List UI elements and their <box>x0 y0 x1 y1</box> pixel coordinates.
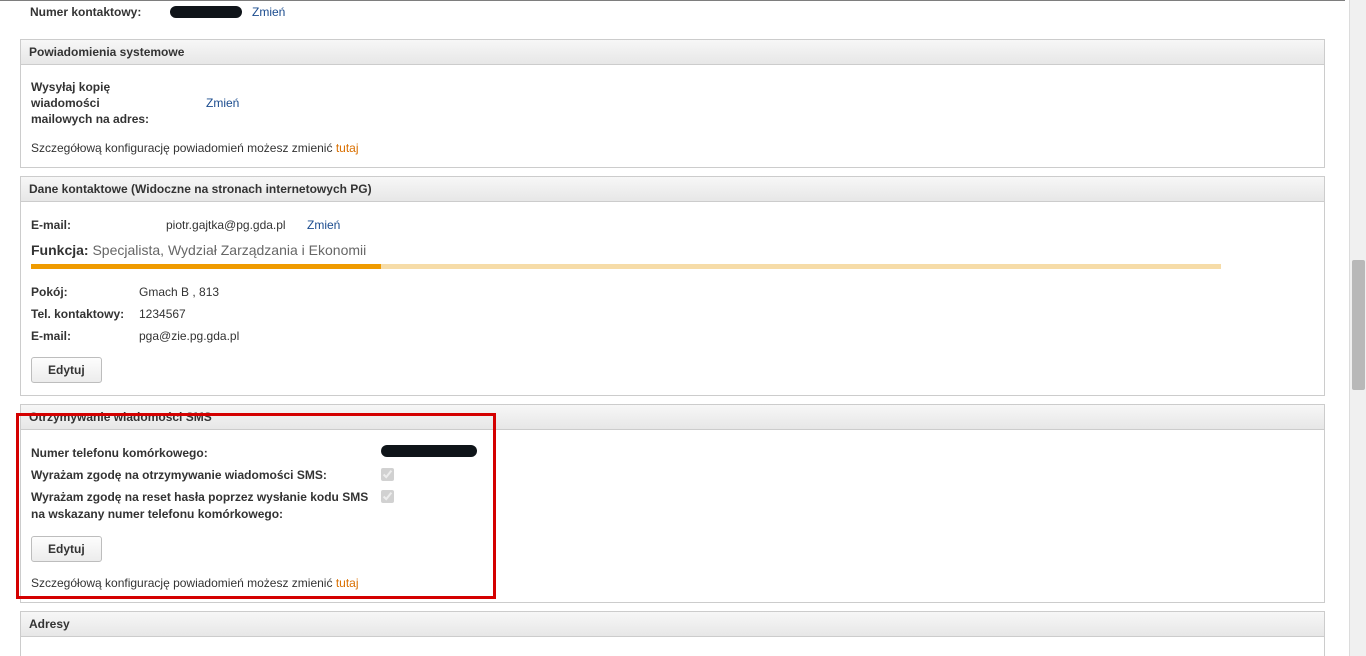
contact-number-row: Numer kontaktowy: Zmień <box>0 1 1345 33</box>
funkcja-row: Funkcja: Specjalista, Wydział Zarządzani… <box>31 242 1314 258</box>
notifications-change-link[interactable]: Zmień <box>206 94 239 112</box>
sms-phone-label: Numer telefonu komórkowego: <box>31 445 381 462</box>
scrollbar-thumb[interactable] <box>1352 260 1365 390</box>
sms-agree-label: Wyrażam zgodę na otrzymywanie wiadomości… <box>31 467 381 484</box>
notifications-body: Wysyłaj kopię wiadomości mailowych na ad… <box>21 65 1324 167</box>
email2-value: pga@zie.pg.gda.pl <box>139 327 259 345</box>
notifications-hint: Szczegółową konfigurację powiadomień moż… <box>31 141 1314 155</box>
notifications-header: Powiadomienia systemowe <box>21 40 1324 65</box>
sms-body: Numer telefonu komórkowego: Wyrażam zgod… <box>21 430 1324 602</box>
notifications-copy-label: Wysyłaj kopię wiadomości mailowych na ad… <box>31 79 166 127</box>
notifications-hint-link[interactable]: tutaj <box>336 141 359 155</box>
sms-header: Otrzymywanie wiadomości SMS <box>21 405 1324 430</box>
email-label: E-mail: <box>31 216 166 234</box>
email2-label: E-mail: <box>31 327 139 345</box>
room-value: Gmach B , 813 <box>139 283 259 301</box>
main-viewport[interactable]: Numer kontaktowy: Zmień Powiadomienia sy… <box>0 0 1345 656</box>
funkcja-separator <box>31 264 1221 269</box>
notifications-panel: Powiadomienia systemowe Wysyłaj kopię wi… <box>20 39 1325 168</box>
funkcja-value: Specjalista, Wydział Zarządzania i Ekono… <box>92 242 366 258</box>
sms-phone-redacted <box>381 445 477 457</box>
contact-data-body: E-mail: piotr.gajtka@pg.gda.pl Zmień Fun… <box>21 202 1324 395</box>
sms-hint-link[interactable]: tutaj <box>336 576 359 590</box>
sms-edit-button[interactable]: Edytuj <box>31 536 102 562</box>
addresses-panel: Adresy <box>20 611 1325 656</box>
addresses-body <box>21 637 1324 656</box>
email-change-link[interactable]: Zmień <box>307 216 340 234</box>
sms-reset-checkbox[interactable] <box>381 490 394 503</box>
funkcja-separator-fill <box>31 264 381 269</box>
contact-data-panel: Dane kontaktowe (Widoczne na stronach in… <box>20 176 1325 396</box>
email-value: piotr.gajtka@pg.gda.pl <box>166 216 301 234</box>
sms-agree-checkbox[interactable] <box>381 468 394 481</box>
contact-number-label: Numer kontaktowy: <box>30 5 160 19</box>
sms-hint: Szczegółową konfigurację powiadomień moż… <box>31 576 1314 590</box>
contact-number-change-link[interactable]: Zmień <box>252 5 285 19</box>
tel-value: 1234567 <box>139 305 259 323</box>
tel-label: Tel. kontaktowy: <box>31 305 139 323</box>
funkcja-label: Funkcja: <box>31 242 89 258</box>
room-label: Pokój: <box>31 283 139 301</box>
sms-reset-label: Wyrażam zgodę na reset hasła poprzez wys… <box>31 489 381 523</box>
sms-panel: Otrzymywanie wiadomości SMS Numer telefo… <box>20 404 1325 603</box>
contact-number-redacted <box>170 6 242 18</box>
addresses-header: Adresy <box>21 612 1324 637</box>
contact-edit-button[interactable]: Edytuj <box>31 357 102 383</box>
contact-data-header: Dane kontaktowe (Widoczne na stronach in… <box>21 177 1324 202</box>
scrollbar-track[interactable] <box>1349 0 1366 656</box>
